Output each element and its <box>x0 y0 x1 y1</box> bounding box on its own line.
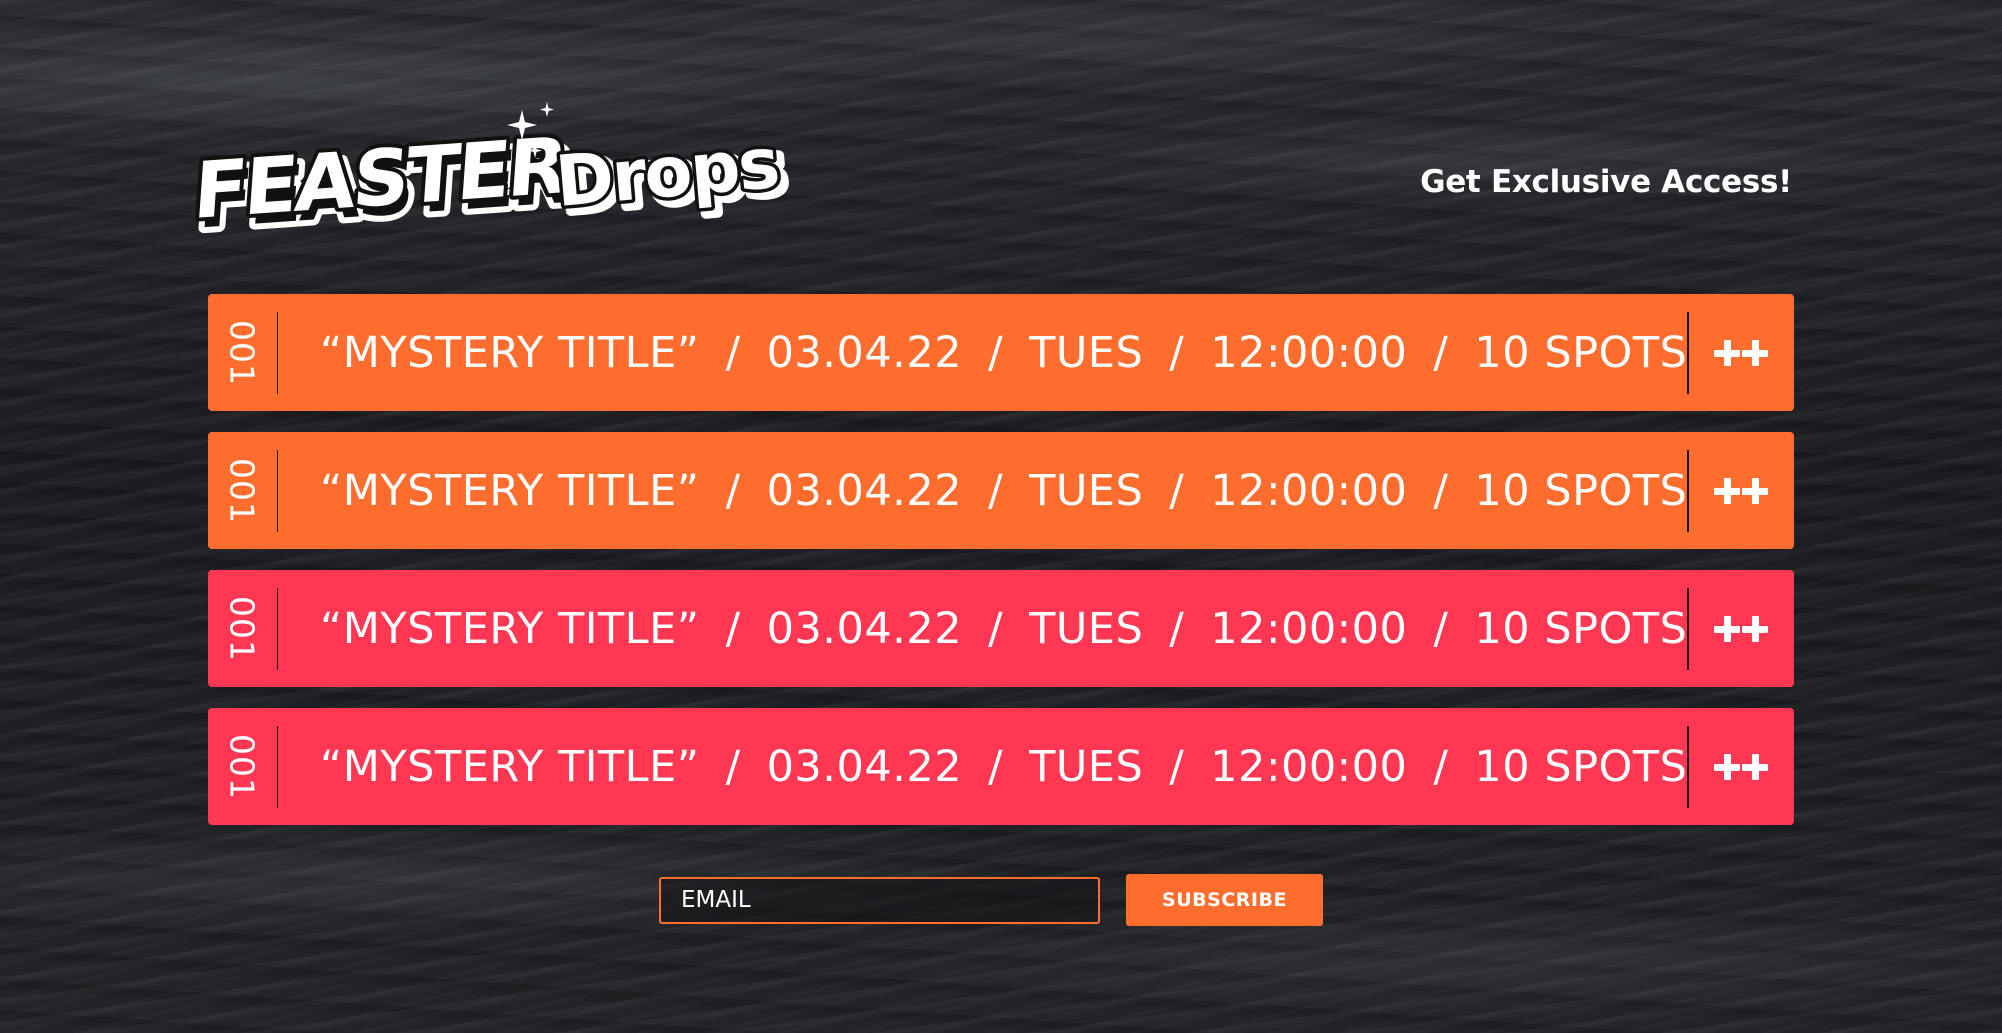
drop-row[interactable]: 001 “MYSTERY TITLE” / 03.04.22 / TUES / 12:00:0… <box>208 294 1794 411</box>
drop-row[interactable]: 001 “MYSTERY TITLE” / 03.04.22 / TUES / 12:00:0… <box>208 570 1794 687</box>
separator: / <box>725 327 741 378</box>
subscribe-form: SUBSCRIBE <box>659 874 1323 926</box>
drop-date: 03.04.22 <box>766 465 963 516</box>
drop-spots: 10 SPOTS <box>1474 327 1688 378</box>
drop-title: “MYSTERY TITLE” <box>320 741 700 792</box>
drop-title: “MYSTERY TITLE” <box>320 465 700 516</box>
drop-day: TUES <box>1029 741 1144 792</box>
drop-info: “MYSTERY TITLE” / 03.04.22 / TUES / 12:00:00 / 1… <box>278 742 1687 792</box>
drop-list: 001 “MYSTERY TITLE” / 03.04.22 / TUES / 12:00:0… <box>208 294 1794 846</box>
separator: / <box>1433 603 1449 654</box>
separator: / <box>1169 603 1185 654</box>
plus-icon <box>1714 477 1741 504</box>
drop-spots: 10 SPOTS <box>1474 603 1688 654</box>
plus-icon <box>1714 339 1741 366</box>
get-exclusive-access-link[interactable]: Get Exclusive Access! <box>1420 164 1792 200</box>
separator: / <box>1433 741 1449 792</box>
drop-time: 12:00:00 <box>1210 741 1408 792</box>
separator: / <box>725 465 741 516</box>
separator: / <box>988 741 1004 792</box>
drop-date: 03.04.22 <box>766 327 963 378</box>
separator: / <box>725 741 741 792</box>
drop-day: TUES <box>1029 603 1144 654</box>
drop-title: “MYSTERY TITLE” <box>320 327 700 378</box>
drop-number: 001 <box>222 733 262 800</box>
drop-day: TUES <box>1029 327 1144 378</box>
drop-number-cell: 001 <box>208 432 277 549</box>
add-drop-button[interactable] <box>1689 294 1794 411</box>
drop-info: “MYSTERY TITLE” / 03.04.22 / TUES / 12:00:00 / 1… <box>278 466 1687 516</box>
drop-info: “MYSTERY TITLE” / 03.04.22 / TUES / 12:00:00 / 1… <box>278 604 1687 654</box>
add-drop-button[interactable] <box>1689 708 1794 825</box>
drop-number: 001 <box>222 319 262 386</box>
drop-spots: 10 SPOTS <box>1474 465 1688 516</box>
feaster-drops-logo[interactable]: FEASTER FEASTER FEASTER FEASTER Drops Dr… <box>192 100 792 250</box>
separator: / <box>1433 465 1449 516</box>
drop-info: “MYSTERY TITLE” / 03.04.22 / TUES / 12:00:00 / 1… <box>278 328 1687 378</box>
separator: / <box>988 465 1004 516</box>
separator: / <box>1169 465 1185 516</box>
add-drop-button[interactable] <box>1689 570 1794 687</box>
plus-icon <box>1742 339 1769 366</box>
plus-icon <box>1742 753 1769 780</box>
separator: / <box>1433 327 1449 378</box>
separator: / <box>988 603 1004 654</box>
separator: / <box>988 327 1004 378</box>
drop-spots: 10 SPOTS <box>1474 741 1688 792</box>
drop-number-cell: 001 <box>208 570 277 687</box>
add-drop-button[interactable] <box>1689 432 1794 549</box>
drop-date: 03.04.22 <box>766 741 963 792</box>
drop-row[interactable]: 001 “MYSTERY TITLE” / 03.04.22 / TUES / 12:00:0… <box>208 432 1794 549</box>
separator: / <box>1169 741 1185 792</box>
drop-day: TUES <box>1029 465 1144 516</box>
plus-icon <box>1742 615 1769 642</box>
plus-icon <box>1742 477 1769 504</box>
subscribe-button[interactable]: SUBSCRIBE <box>1126 874 1323 926</box>
drop-time: 12:00:00 <box>1210 465 1408 516</box>
plus-icon <box>1714 615 1741 642</box>
separator: / <box>1169 327 1185 378</box>
plus-icon <box>1714 753 1741 780</box>
drop-time: 12:00:00 <box>1210 603 1408 654</box>
drop-row[interactable]: 001 “MYSTERY TITLE” / 03.04.22 / TUES / 12:00:0… <box>208 708 1794 825</box>
email-input[interactable] <box>659 876 1100 924</box>
drop-number-cell: 001 <box>208 294 277 411</box>
drop-title: “MYSTERY TITLE” <box>320 603 700 654</box>
separator: / <box>725 603 741 654</box>
drop-number-cell: 001 <box>208 708 277 825</box>
drop-time: 12:00:00 <box>1210 327 1408 378</box>
drop-date: 03.04.22 <box>766 603 963 654</box>
drop-number: 001 <box>222 457 262 524</box>
drop-number: 001 <box>222 595 262 662</box>
